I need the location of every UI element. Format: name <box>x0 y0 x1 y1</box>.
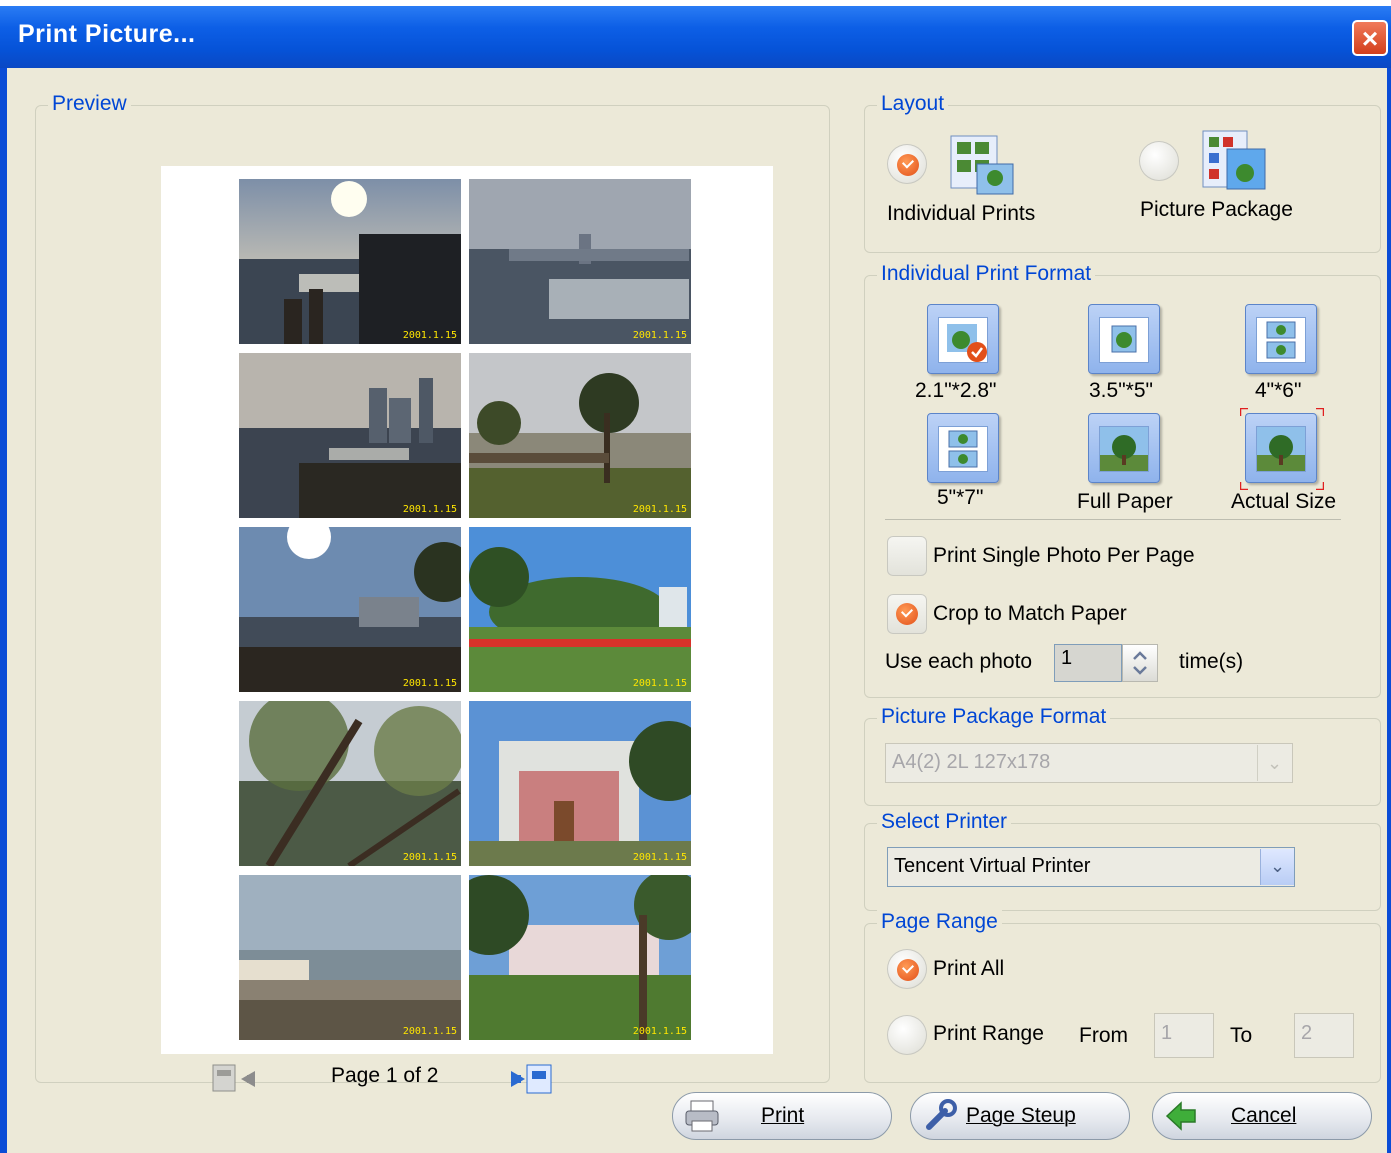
to-label: To <box>1230 1024 1253 1047</box>
format-4x6-label: 4"*6" <box>1255 379 1302 402</box>
print-button-label: Print <box>761 1104 805 1127</box>
format-5x7-icon[interactable] <box>927 413 999 483</box>
printer-select[interactable]: Tencent Virtual Printer <box>887 847 1295 887</box>
print-range-label: Print Range <box>933 1022 1044 1045</box>
photo-date-stamp: 2001.1.15 <box>402 678 457 689</box>
preview-photo: 2001.1.15 <box>469 179 691 344</box>
print-all-radio[interactable] <box>887 949 927 989</box>
back-arrow-icon <box>1165 1101 1196 1131</box>
preview-photo: 2001.1.15 <box>239 179 461 344</box>
page-setup-button-label: Page Steup <box>966 1104 1076 1127</box>
close-button[interactable]: × <box>1352 20 1388 56</box>
use-each-photo-label: Use each photo <box>885 650 1033 673</box>
use-each-photo-input[interactable]: 1 <box>1054 644 1122 682</box>
chevron-down-icon[interactable]: ⌄ <box>1260 849 1294 885</box>
to-input[interactable]: 2 <box>1294 1013 1354 1058</box>
photo-date-stamp: 2001.1.15 <box>632 504 687 515</box>
preview-photo: 2001.1.15 <box>239 701 461 866</box>
photo-date-stamp: 2001.1.15 <box>402 1026 457 1037</box>
page-range-legend: Page Range <box>877 910 1002 934</box>
chevron-down-icon[interactable]: ⌄ <box>1257 745 1291 781</box>
individual-prints-label: Individual Prints <box>887 202 1036 225</box>
picture-package-label: Picture Package <box>1140 198 1293 221</box>
picture-package-icon <box>1201 129 1269 193</box>
format-5x7-label: 5"*7" <box>937 486 984 509</box>
format-3-5x5-icon[interactable] <box>1088 304 1160 374</box>
preview-group: Preview 2001.1.15 2001.1.15 2001.1.15 20… <box>35 92 830 1094</box>
page-indicator: Page 1 of 2 <box>331 1064 439 1087</box>
print-range-radio[interactable] <box>887 1015 927 1055</box>
print-button[interactable]: Print <box>672 1092 892 1140</box>
format-actual-size-icon[interactable] <box>1240 408 1324 490</box>
crop-to-match-paper-checkbox[interactable] <box>887 594 927 634</box>
individual-print-format-legend: Individual Print Format <box>877 262 1096 286</box>
preview-photo: 2001.1.15 <box>469 353 691 518</box>
format-full-paper-icon[interactable] <box>1088 413 1160 483</box>
cancel-button-label: Cancel <box>1231 1104 1297 1127</box>
photo-date-stamp: 2001.1.15 <box>402 504 457 515</box>
title-bar[interactable]: Print Picture... × <box>0 6 1391 68</box>
photo-date-stamp: 2001.1.15 <box>632 1026 687 1037</box>
individual-prints-radio[interactable] <box>887 144 927 184</box>
photo-date-stamp: 2001.1.15 <box>632 678 687 689</box>
format-divider <box>885 519 1341 520</box>
use-each-photo-spinner[interactable] <box>1122 644 1158 682</box>
print-picture-dialog: Print Picture... × Preview 2001.1.15 200… <box>0 6 1391 1153</box>
preview-legend: Preview <box>48 92 131 116</box>
photo-date-stamp: 2001.1.15 <box>402 852 457 863</box>
times-label: time(s) <box>1179 650 1244 673</box>
preview-paper: 2001.1.15 2001.1.15 2001.1.15 2001.1.15 … <box>161 166 773 1054</box>
window-title: Print Picture... <box>18 20 196 48</box>
print-single-photo-checkbox[interactable] <box>887 536 927 576</box>
photo-date-stamp: 2001.1.15 <box>402 330 457 341</box>
individual-print-format-group: Individual Print Format 2.1"*2.8" 3.5"*5… <box>864 262 1381 698</box>
print-all-label: Print All <box>933 957 1005 980</box>
layout-group: Layout Individual Prints Picture Package <box>864 92 1381 253</box>
cancel-button[interactable]: Cancel <box>1152 1092 1372 1140</box>
crop-to-match-paper-label: Crop to Match Paper <box>933 602 1127 625</box>
page-setup-button[interactable]: Page Steup <box>910 1092 1130 1140</box>
select-printer-group: Select Printer Tencent Virtual Printer ⌄ <box>864 810 1381 911</box>
layout-legend: Layout <box>877 92 949 116</box>
from-input[interactable]: 1 <box>1154 1013 1214 1058</box>
picture-package-radio[interactable] <box>1139 141 1179 181</box>
individual-prints-icon <box>949 134 1017 196</box>
previous-page-icon[interactable] <box>211 1061 257 1097</box>
preview-photo: 2001.1.15 <box>239 353 461 518</box>
format-2-1x2-8-label: 2.1"*2.8" <box>915 379 997 402</box>
preview-photo: 2001.1.15 <box>469 875 691 1040</box>
select-printer-legend: Select Printer <box>877 810 1012 834</box>
preview-photo: 2001.1.15 <box>469 527 691 692</box>
preview-photo: 2001.1.15 <box>469 701 691 866</box>
picture-package-format-legend: Picture Package Format <box>877 705 1111 729</box>
preview-photo: 2001.1.15 <box>239 527 461 692</box>
preview-photo: 2001.1.15 <box>239 875 461 1040</box>
photo-date-stamp: 2001.1.15 <box>632 852 687 863</box>
picture-package-format-select[interactable]: A4(2) 2L 127x178 <box>885 743 1293 783</box>
picture-package-format-group: Picture Package Format A4(2) 2L 127x178 … <box>864 705 1381 806</box>
format-3-5x5-label: 3.5"*5" <box>1089 379 1153 402</box>
printer-icon <box>685 1100 719 1132</box>
print-single-photo-label: Print Single Photo Per Page <box>933 544 1195 567</box>
next-page-icon[interactable] <box>509 1061 555 1097</box>
format-2-1x2-8-icon[interactable] <box>927 304 999 374</box>
format-actual-size-label: Actual Size <box>1231 490 1337 513</box>
format-4x6-icon[interactable] <box>1245 304 1317 374</box>
from-label: From <box>1079 1024 1128 1047</box>
wrench-icon <box>926 1099 957 1130</box>
dialog-body: Preview 2001.1.15 2001.1.15 2001.1.15 20… <box>7 68 1387 1153</box>
format-full-paper-label: Full Paper <box>1077 490 1173 513</box>
close-icon: × <box>1361 23 1379 54</box>
page-range-group: Page Range Print All Print Range From 1 … <box>864 910 1381 1083</box>
photo-date-stamp: 2001.1.15 <box>632 330 687 341</box>
